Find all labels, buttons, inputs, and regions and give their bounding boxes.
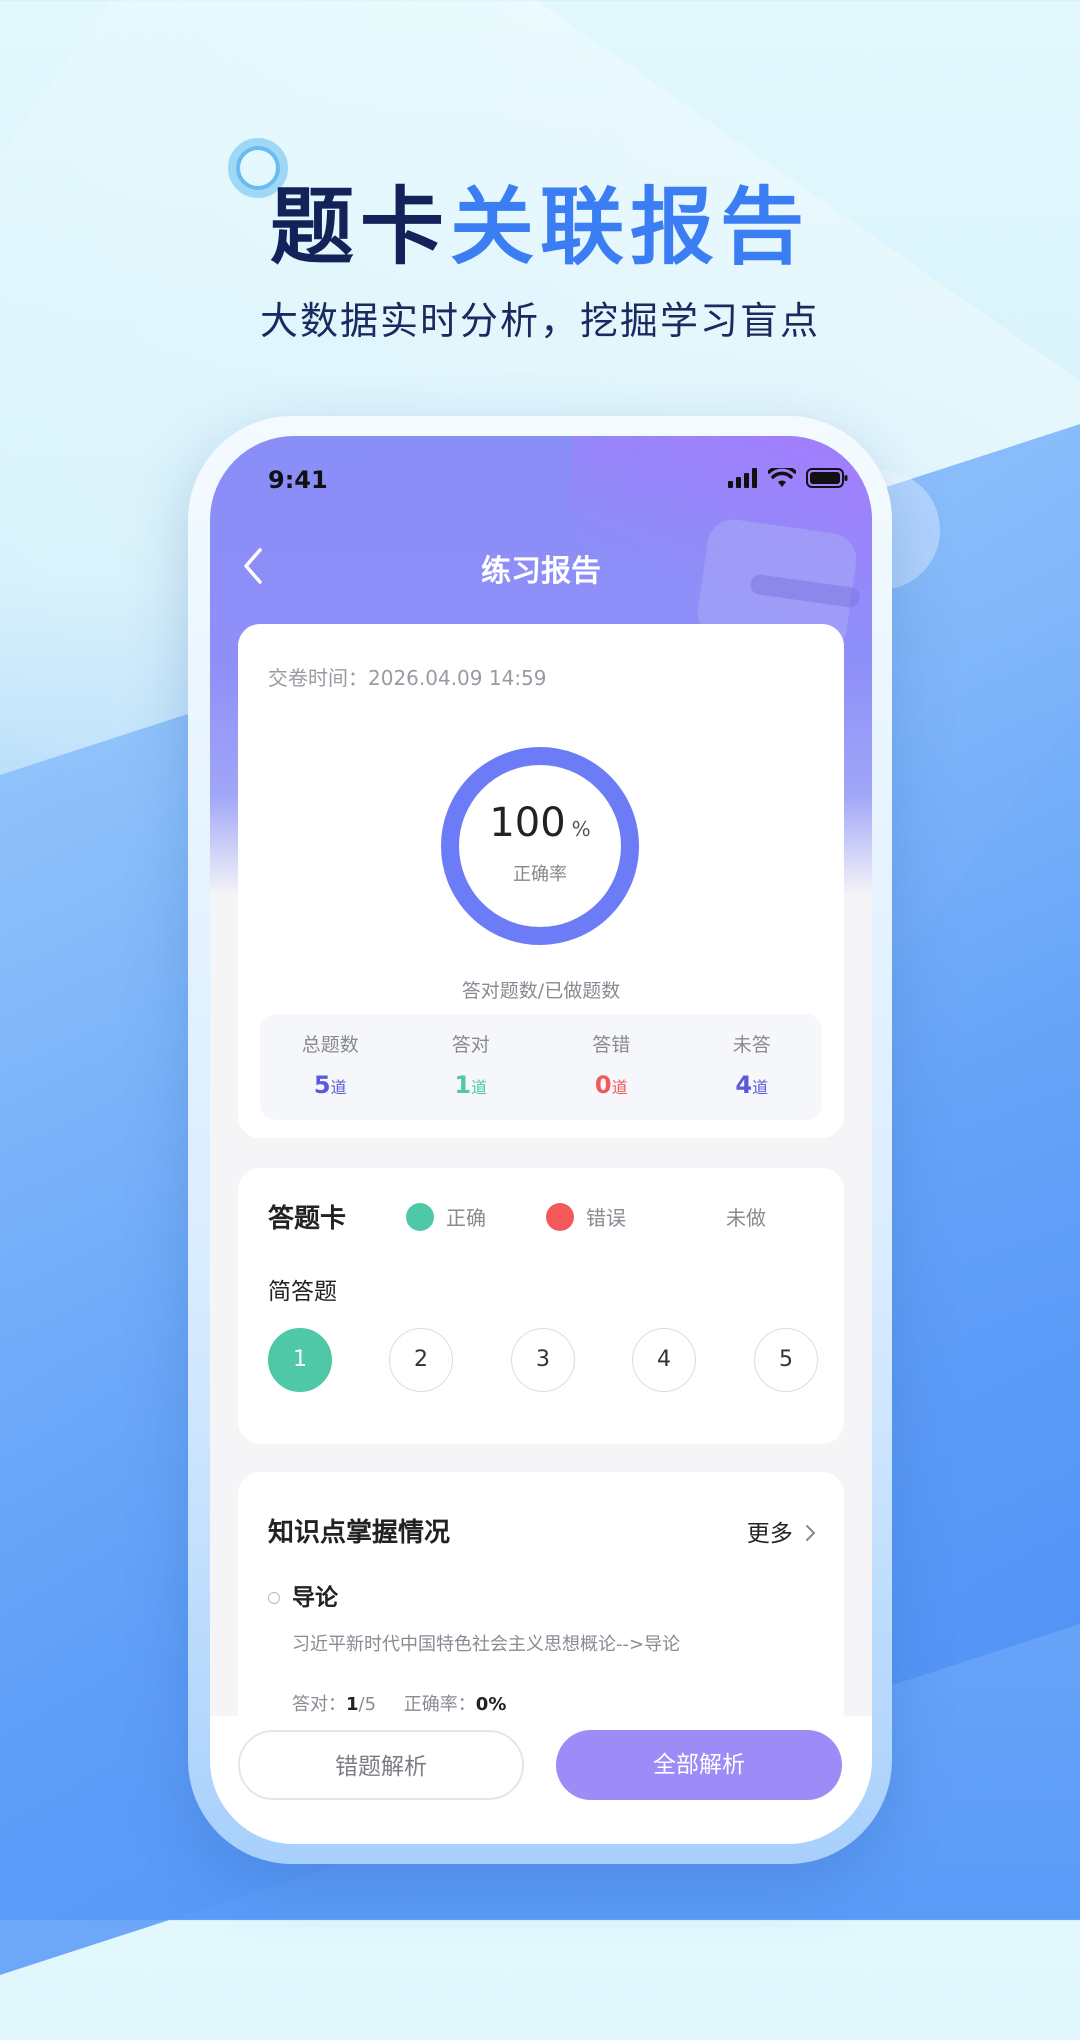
legend-correct-dot [406, 1202, 434, 1231]
question-button-4[interactable]: 4 [632, 1328, 696, 1392]
wifi-icon [768, 468, 796, 487]
question-button-5[interactable]: 5 [754, 1328, 818, 1392]
legend-wrong-label: 错误 [586, 1206, 626, 1230]
status-icons [728, 468, 848, 488]
stat-number: 4 [735, 1071, 753, 1099]
legend-correct-label: 正确 [446, 1206, 486, 1230]
nav-bar: 练习报告 [210, 536, 872, 596]
legend-wrong-dot [546, 1202, 574, 1231]
stat-unit: 道 [471, 1078, 488, 1097]
status-bar: 9:41 [210, 466, 872, 516]
more-label: 更多 [746, 1521, 793, 1547]
legend-undone-label: 未做 [726, 1206, 766, 1230]
all-analysis-button[interactable]: 全部解析 [556, 1730, 842, 1800]
stat-label: 答错 [592, 1034, 631, 1056]
status-time: 9:41 [268, 466, 328, 494]
accuracy-caption: 答对题数/已做题数 [461, 980, 621, 1002]
question-button-3[interactable]: 3 [511, 1328, 575, 1392]
promo-title-dark: 题卡 [269, 178, 450, 276]
report-summary-card: 交卷时间：2026.04.09 14:59 100% 正确率 答对题数/已做题数… [238, 624, 844, 1138]
phone-screen: 9:41 练习报告 交卷时间：2026.04.09 14:59 100 % 正确… [210, 436, 872, 1844]
question-button-1[interactable]: 1 [268, 1328, 332, 1392]
chevron-right-icon [806, 1525, 816, 1541]
knowledge-item-path: 习近平新时代中国特色社会主义思想概论-->导论 [292, 1634, 681, 1655]
bottom-action-bar: 错题解析 全部解析 [210, 1716, 872, 1844]
stat-unit: 道 [330, 1078, 347, 1097]
stat-unit: 道 [752, 1078, 769, 1097]
stat-number: 5 [313, 1071, 331, 1099]
more-link[interactable]: 更多 [747, 1514, 816, 1548]
stat-value: 1道 [401, 1071, 542, 1099]
rate-value: 0% [475, 1694, 507, 1715]
stat-unanswered: 未答 4道 [682, 1014, 823, 1120]
promo-subtitle: 大数据实时分析，挖掘学习盲点 [259, 299, 820, 343]
rate-label: 正确率： [403, 1694, 476, 1715]
stats-box: 总题数 5道 答对 1道 答错 0道 未答 4道 [260, 1014, 822, 1120]
signal-icon [728, 468, 757, 488]
question-type: 简答题 [268, 1279, 337, 1305]
stat-value: 4道 [682, 1071, 823, 1099]
legend-undone: 未做 [726, 1202, 766, 1231]
legend-correct: 正确 [406, 1202, 486, 1231]
answer-card: 答题卡 正确 错误 未做 简答题 1 2 3 4 5 [238, 1168, 844, 1444]
donut-arc [441, 747, 639, 945]
question-button-2[interactable]: 2 [389, 1328, 453, 1392]
promo-title: 题卡关联报告 [0, 160, 1080, 281]
stat-unit: 道 [611, 1078, 628, 1097]
stat-value: 0道 [541, 1071, 682, 1099]
accuracy-unit: % [571, 817, 591, 841]
accuracy-donut-chart [441, 747, 639, 945]
legend-wrong: 错误 [546, 1202, 626, 1231]
stat-value: 5道 [260, 1071, 401, 1099]
stat-correct: 答对 1道 [401, 1014, 542, 1120]
knowledge-title: 知识点掌握情况 [268, 1518, 451, 1548]
knowledge-item-name: 导论 [292, 1585, 338, 1611]
stat-wrong: 答错 0道 [541, 1014, 682, 1120]
stat-total: 总题数 5道 [260, 1014, 401, 1120]
stat-number: 0 [594, 1071, 612, 1099]
correct-label: 答对： [292, 1694, 346, 1715]
accuracy-value: 100% [440, 800, 640, 846]
knowledge-item-stats: 答对：1/5 正确率：0% [292, 1690, 506, 1716]
page-title: 练习报告 [481, 554, 601, 589]
stat-label: 答对 [451, 1034, 490, 1056]
submit-time: 交卷时间：2026.04.09 14:59 [268, 666, 547, 690]
stat-number: 1 [454, 1071, 472, 1099]
stat-label: 总题数 [301, 1034, 359, 1056]
knowledge-bullet-icon [268, 1592, 280, 1604]
accuracy-number: 100 [489, 800, 566, 846]
correct-value: 1 [346, 1694, 359, 1715]
promo-title-blue: 关联报告 [450, 178, 811, 276]
total-value: /5 [358, 1694, 377, 1715]
question-grid: 1 2 3 4 5 [268, 1328, 818, 1394]
stat-label: 未答 [732, 1034, 771, 1056]
wrong-analysis-button[interactable]: 错题解析 [238, 1730, 524, 1800]
accuracy-label: 正确率 [513, 864, 567, 885]
battery-icon [806, 468, 848, 488]
answer-card-title: 答题卡 [268, 1204, 347, 1234]
